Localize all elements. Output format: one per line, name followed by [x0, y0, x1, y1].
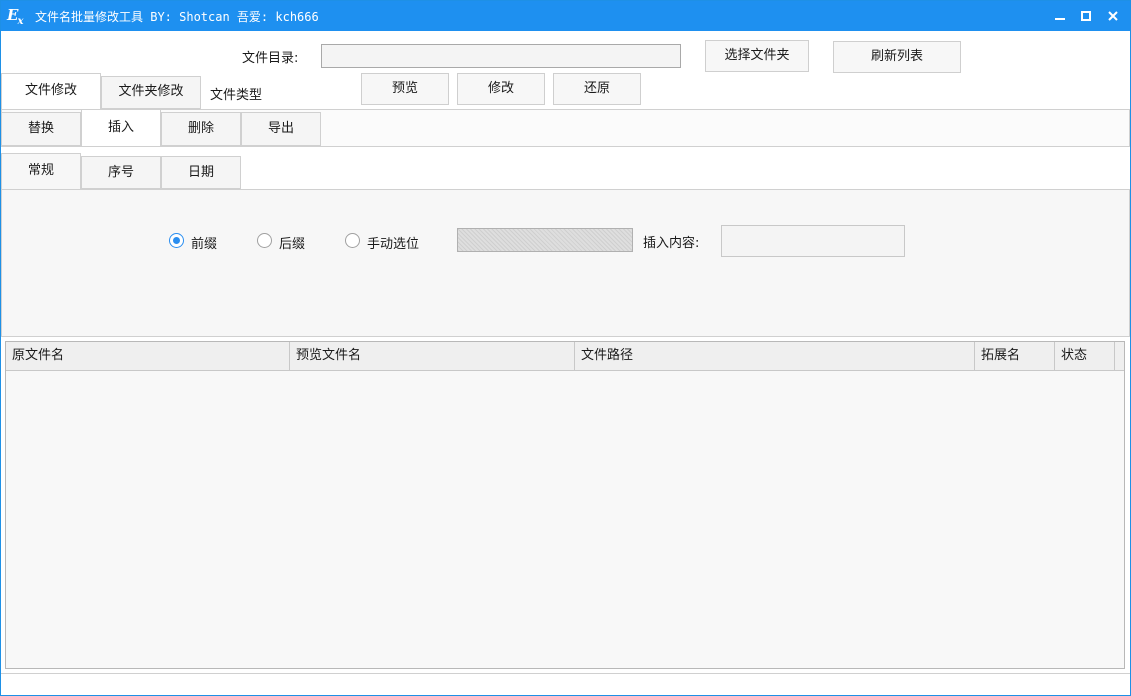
suffix-radio[interactable]	[257, 233, 272, 248]
manual-position-radio[interactable]	[345, 233, 360, 248]
maximize-icon	[1081, 11, 1091, 21]
tab-export[interactable]: 导出	[241, 112, 321, 146]
dir-input[interactable]	[321, 44, 681, 68]
window-title: 文件名批量修改工具 BY: Shotcan 吾爱: kch666	[35, 10, 319, 24]
suffix-label: 后缀	[279, 237, 306, 252]
table-header: 原文件名 预览文件名 文件路径 拓展名 状态	[6, 342, 1124, 371]
close-icon	[1108, 11, 1118, 21]
app-window: Ex 文件名批量修改工具 BY: Shotcan 吾爱: kch666 文件目录…	[0, 0, 1131, 696]
tab-file-modify[interactable]: 文件修改	[1, 73, 101, 110]
minimize-icon	[1055, 18, 1065, 20]
tab-folder-modify[interactable]: 文件夹修改	[101, 76, 201, 109]
tab-sequence[interactable]: 序号	[81, 156, 161, 189]
column-status[interactable]: 状态	[1055, 342, 1115, 370]
preview-button[interactable]: 预览	[361, 73, 449, 105]
file-type-label: 文件类型	[210, 88, 263, 103]
modify-button[interactable]: 修改	[457, 73, 545, 105]
prefix-radio[interactable]	[169, 233, 184, 248]
tab-date[interactable]: 日期	[161, 156, 241, 189]
tab-general[interactable]: 常规	[1, 153, 81, 190]
column-original-name[interactable]: 原文件名	[6, 342, 290, 370]
choose-folder-button[interactable]: 选择文件夹	[705, 40, 809, 72]
maximize-button[interactable]	[1075, 5, 1097, 27]
column-extension[interactable]: 拓展名	[975, 342, 1055, 370]
dir-label: 文件目录:	[242, 51, 299, 66]
prefix-label: 前缀	[191, 237, 218, 252]
status-bar-divider	[1, 673, 1130, 674]
minimize-button[interactable]	[1049, 5, 1071, 27]
manual-position-label: 手动选位	[367, 237, 420, 252]
column-file-path[interactable]: 文件路径	[575, 342, 975, 370]
position-input-disabled	[457, 228, 633, 252]
restore-button[interactable]: 还原	[553, 73, 641, 105]
tab-delete[interactable]: 删除	[161, 112, 241, 146]
insert-content-input[interactable]	[721, 225, 905, 257]
app-logo-icon: Ex	[7, 6, 23, 27]
column-preview-name[interactable]: 预览文件名	[290, 342, 575, 370]
insert-content-label: 插入内容:	[643, 236, 700, 251]
tab-replace[interactable]: 替换	[1, 112, 81, 146]
title-bar[interactable]: Ex 文件名批量修改工具 BY: Shotcan 吾爱: kch666	[1, 1, 1130, 31]
close-button[interactable]	[1102, 5, 1124, 27]
file-list-table[interactable]: 原文件名 预览文件名 文件路径 拓展名 状态	[5, 341, 1125, 669]
tab-insert[interactable]: 插入	[81, 109, 161, 147]
refresh-list-button[interactable]: 刷新列表	[833, 41, 961, 73]
general-panel	[1, 189, 1130, 337]
